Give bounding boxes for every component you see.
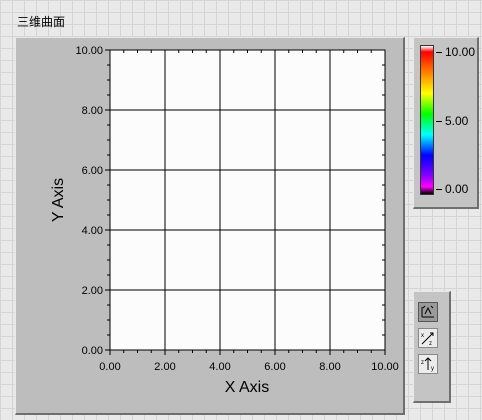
ramp-tick-min: [436, 189, 442, 190]
x-tick-label: 10.00: [371, 361, 399, 373]
ramp-tick-mid: [436, 121, 442, 122]
svg-text:z: z: [421, 360, 424, 366]
x-tick-label: 4.00: [209, 361, 230, 373]
rotate-zy-plane-icon: z y: [421, 357, 434, 372]
x-tick-labels: 0.00 2.00 4.00 6.00 8.00 10.00: [99, 361, 398, 373]
ramp-tick-max: [436, 52, 442, 53]
y-tick-label: 10.00: [75, 45, 103, 57]
svg-text:y: y: [431, 366, 434, 372]
rotate-zy-plane-button[interactable]: z y: [418, 354, 438, 374]
ramp-label-mid: 5.00: [445, 114, 469, 128]
ramp-label-max: 10.00: [445, 45, 476, 59]
surface-graph[interactable]: 0.00 2.00 4.00 6.00 8.00 10.00 0.00 2.00 4.00 6.…: [0, 0, 482, 420]
y-axis-label: Y Axis: [50, 178, 67, 222]
y-tick-label: 8.00: [82, 105, 103, 117]
x-tick-label: 2.00: [154, 361, 175, 373]
rotate-xz-plane-icon: z x: [421, 332, 434, 347]
x-axis-label: X Axis: [225, 379, 269, 396]
rotate-xy-plane-button[interactable]: [418, 302, 438, 322]
color-ramp[interactable]: [420, 45, 434, 195]
y-tick-label: 0.00: [82, 345, 103, 357]
svg-text:z: z: [429, 341, 432, 347]
ramp-label-min: 0.00: [445, 182, 469, 196]
y-tick-labels: 0.00 2.00 4.00 6.00 8.00 10.00: [75, 45, 103, 357]
rotate-xz-plane-button[interactable]: z x: [418, 328, 438, 348]
x-tick-label: 6.00: [264, 361, 285, 373]
y-tick-label: 6.00: [82, 165, 103, 177]
plot-area[interactable]: [109, 49, 386, 351]
x-tick-label: 8.00: [319, 361, 340, 373]
x-tick-label: 0.00: [99, 361, 120, 373]
rotate-xy-plane-icon: [421, 305, 434, 318]
svg-text:x: x: [421, 333, 424, 339]
y-tick-label: 2.00: [82, 285, 103, 297]
y-tick-label: 4.00: [82, 225, 103, 237]
